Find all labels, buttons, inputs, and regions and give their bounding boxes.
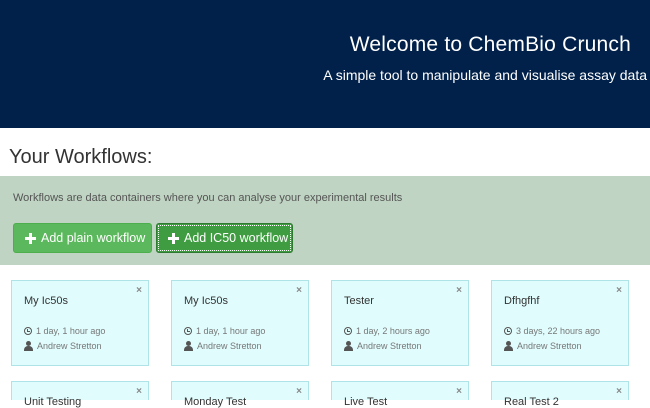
clock-icon — [184, 327, 192, 335]
workflow-card[interactable]: Live Test × — [331, 381, 469, 408]
workflow-name: Monday Test — [184, 396, 247, 408]
workflow-time: 3 days, 22 hours ago — [504, 326, 600, 336]
workflow-card[interactable]: Real Test 2 × — [491, 381, 629, 408]
workflow-name: Real Test 2 — [504, 396, 559, 408]
add-ic50-workflow-button[interactable]: Add IC50 workflow — [156, 223, 293, 253]
workflow-time: 1 day, 1 hour ago — [184, 326, 265, 336]
clock-icon — [24, 327, 32, 335]
workflow-time-text: 3 days, 22 hours ago — [516, 326, 601, 336]
workflows-description: Workflows are data containers where you … — [13, 192, 403, 204]
plus-icon — [168, 232, 179, 244]
plus-icon — [25, 232, 36, 244]
user-icon — [184, 341, 193, 351]
workflow-time-text: 1 day, 1 hour ago — [36, 326, 106, 336]
close-icon[interactable]: × — [616, 286, 622, 296]
workflow-time: 1 day, 2 hours ago — [344, 326, 430, 336]
page-header: Welcome to ChemBio Crunch A simple tool … — [0, 0, 650, 128]
workflow-time: 1 day, 1 hour ago — [24, 326, 105, 336]
user-icon — [24, 341, 33, 351]
workflow-owner-text: Andrew Stretton — [517, 341, 582, 351]
workflow-card[interactable]: Monday Test × — [171, 381, 309, 408]
clock-icon — [504, 327, 512, 335]
user-icon — [344, 341, 353, 351]
workflow-owner-text: Andrew Stretton — [197, 341, 262, 351]
close-icon[interactable]: × — [296, 286, 302, 296]
close-icon[interactable]: × — [296, 387, 302, 397]
workflow-owner: Andrew Stretton — [344, 341, 422, 351]
workflow-owner: Andrew Stretton — [184, 341, 262, 351]
workflow-name: Dfhgfhf — [504, 295, 540, 307]
page-subtitle: A simple tool to manipulate and visualis… — [323, 67, 647, 83]
workflow-owner-text: Andrew Stretton — [357, 341, 422, 351]
workflow-name: My Ic50s — [24, 295, 69, 307]
close-icon[interactable]: × — [136, 387, 142, 397]
workflow-time-text: 1 day, 1 hour ago — [196, 326, 266, 336]
workflow-time-text: 1 day, 2 hours ago — [356, 326, 430, 336]
user-icon — [504, 341, 513, 351]
workflow-name: Tester — [344, 295, 374, 307]
workflow-card[interactable]: Dfhgfhf × 3 days, 22 hours ago Andrew St… — [491, 280, 629, 366]
clock-icon — [344, 327, 352, 335]
workflow-card[interactable]: My Ic50s × 1 day, 1 hour ago Andrew Stre… — [11, 280, 149, 366]
workflow-card[interactable]: Tester × 1 day, 2 hours ago Andrew Stret… — [331, 280, 469, 366]
workflow-owner: Andrew Stretton — [504, 341, 582, 351]
workflows-heading: Your Workflows: — [9, 146, 153, 168]
add-plain-workflow-button[interactable]: Add plain workflow — [13, 223, 152, 253]
page-title: Welcome to ChemBio Crunch — [349, 33, 631, 56]
workflow-name: Live Test — [344, 396, 388, 408]
workflow-card[interactable]: Unit Testing × — [11, 381, 149, 408]
close-icon[interactable]: × — [456, 387, 462, 397]
workflow-name: Unit Testing — [24, 396, 82, 408]
add-plain-workflow-label: Add plain workflow — [41, 231, 146, 245]
close-icon[interactable]: × — [136, 286, 142, 296]
workflow-owner: Andrew Stretton — [24, 341, 102, 351]
workflow-owner-text: Andrew Stretton — [37, 341, 102, 351]
workflow-name: My Ic50s — [184, 295, 229, 307]
close-icon[interactable]: × — [456, 286, 462, 296]
close-icon[interactable]: × — [616, 387, 622, 397]
workflow-card[interactable]: My Ic50s × 1 day, 1 hour ago Andrew Stre… — [171, 280, 309, 366]
add-ic50-workflow-label: Add IC50 workflow — [184, 231, 289, 245]
workflows-well: Workflows are data containers where you … — [0, 176, 650, 265]
